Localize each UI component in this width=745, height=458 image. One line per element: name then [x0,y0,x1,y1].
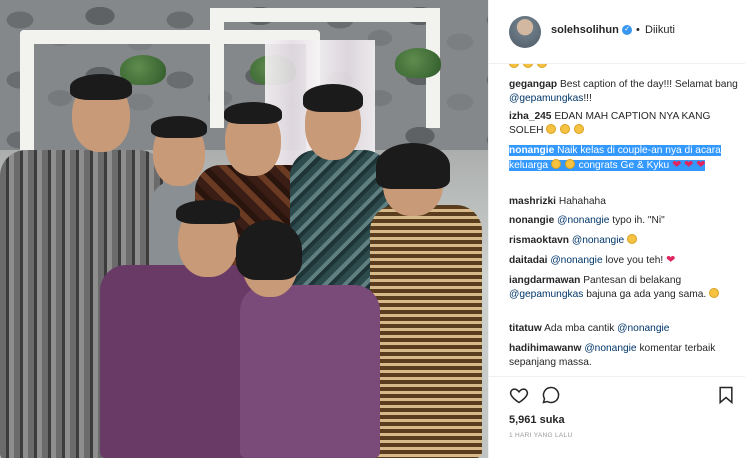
emoji-icon [536,64,547,68]
emoji-icon [522,64,533,68]
comment-username[interactable]: nonangie [509,145,554,156]
comment-mention[interactable]: @gepamungkas [509,289,583,300]
post-actions: 5,961 suka 1 HARI YANG LALU [489,376,745,458]
heart-emoji-icon: ❤ [672,159,682,171]
comment-text: Ada mba cantik [544,323,615,334]
comment-mention[interactable]: @nonangie [572,235,624,246]
comment-text: typo ih. "Ni" [612,215,665,226]
comment-text-tail: bajuna ga ada yang sama. [586,289,707,300]
comment-mention[interactable]: @nonangie [584,343,636,354]
comment-username[interactable]: rismaoktavn [509,235,569,246]
comment-mention[interactable]: @nonangie [557,215,609,226]
comment-text: Hahahaha [558,196,606,207]
bookmark-icon[interactable] [716,385,736,405]
speech-bubble-icon[interactable] [541,385,561,405]
emoji-icon [574,124,585,134]
emoji-icon [560,124,571,134]
comment-mention[interactable]: @gepamungkas [509,93,583,104]
comment-username[interactable]: gegangap [509,79,557,90]
like-count[interactable]: 5,961 suka [509,414,565,426]
emoji-icon [550,159,561,169]
comment-item: izha_245 EDAN MAH CAPTION NYA KANG SOLEH [509,110,739,138]
comment-username[interactable]: nonangie [509,215,554,226]
comment-list[interactable]: gegangap Best caption of the day!!! Sela… [489,64,745,376]
comment-text: Best caption of the day!!! Selamat bang [559,79,738,90]
verified-badge-icon: ✓ [622,25,632,35]
avatar[interactable] [509,16,541,48]
comment-username[interactable]: iangdarmawan [509,275,580,286]
emoji-icon [546,124,557,134]
comment-text: Pantesan di belakang [583,275,682,286]
post-side-panel: solehsolihun ✓ • Diikuti gegangap Best c… [488,0,745,458]
comment-username[interactable]: mashrizki [509,196,556,207]
comment-item: titatuw Ada mba cantik @nonangie [509,322,739,336]
comment-item: gegangap Best caption of the day!!! Sela… [509,78,739,106]
emoji-icon [709,288,720,298]
separator-dot: • [636,24,640,36]
comment-item: rismaoktavn @nonangie [509,234,739,248]
follow-button[interactable]: Diikuti [645,24,675,36]
post-photo[interactable] [0,0,488,458]
comment-mention[interactable]: @nonangie [550,255,602,266]
comment-username[interactable]: hadihimawanw [509,343,581,354]
emoji-icon [627,234,637,244]
comment-item-selected: nonangie Naik kelas di couple-an nya di … [509,144,739,173]
comment-text: love you teh! [605,255,664,266]
post-header: solehsolihun ✓ • Diikuti [489,0,745,64]
comment-item: nonangie @nonangie typo ih. "Ni" [509,214,739,228]
comment-item: hadihimawanw @nonangie komentar terbaik … [509,342,739,370]
heart-emoji-icon: ❤ [696,159,706,171]
emoji-icon [564,159,575,169]
comment-mention[interactable]: @nonangie [617,323,669,334]
comment-item: mashrizki Hahahaha [509,195,739,209]
heart-emoji-icon: ❤ [684,159,694,171]
post-timestamp[interactable]: 1 HARI YANG LALU [509,432,572,439]
comment-text-tail: congrats Ge & Kyku [578,160,670,171]
instagram-post-view: solehsolihun ✓ • Diikuti gegangap Best c… [0,0,745,458]
post-author-username[interactable]: solehsolihun [551,24,619,36]
heart-outline-icon[interactable] [509,385,529,405]
comment-item: iangdarmawan Pantesan di belakang @gepam… [509,274,739,302]
comment-username[interactable]: titatuw [509,323,542,334]
comment-item: daitadai @nonangie love you teh! ❤ [509,253,739,268]
comment-username[interactable]: daitadai [509,255,548,266]
previous-comment-tail [509,64,739,72]
plant-decor [395,48,441,78]
comment-username[interactable]: izha_245 [509,111,551,122]
comment-text-tail: !!! [583,93,592,104]
emoji-icon [509,64,519,68]
heart-emoji-icon: ❤ [666,254,676,266]
